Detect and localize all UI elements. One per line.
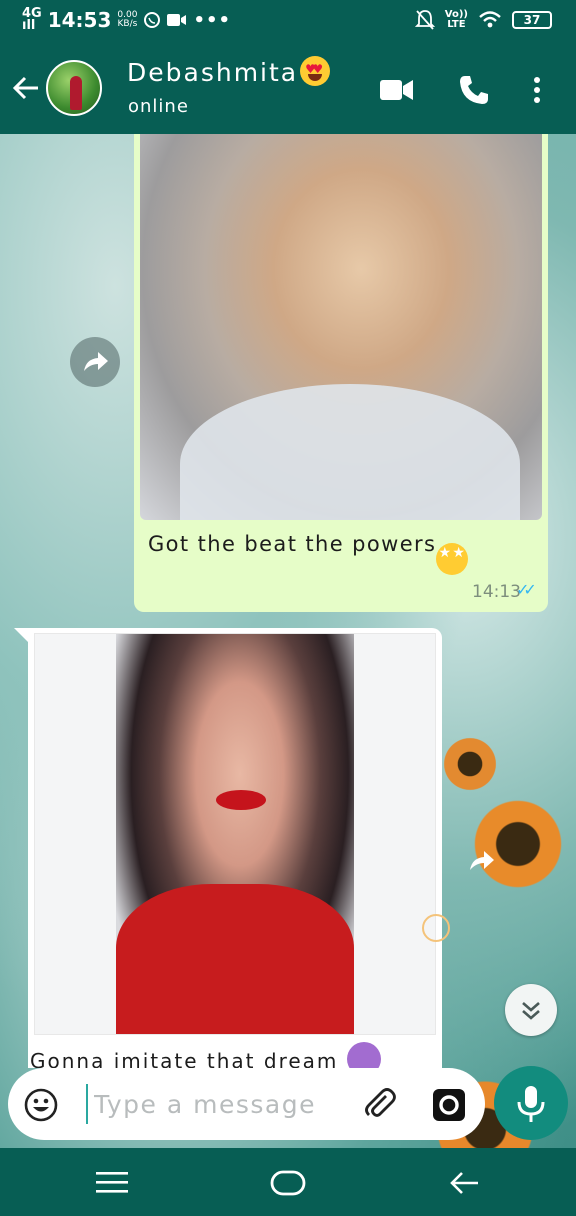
signal-bars: ıll [22, 18, 36, 33]
mic-button[interactable] [494, 1066, 568, 1140]
devil-emoji-icon [346, 1042, 381, 1068]
status-bar: 4G ıll 14:53 0.00 KB/s ••• Vo)) LTE 37 [0, 0, 576, 44]
read-receipt-icon: ✓✓ [516, 580, 537, 599]
wifi-icon [479, 11, 501, 28]
data-speed-unit: KB/s [117, 19, 138, 29]
video-notification-icon [167, 14, 187, 26]
back-arrow-icon[interactable] [10, 72, 42, 104]
message-caption: Gonna imitate that dream [30, 1042, 440, 1068]
menu-icon[interactable] [96, 1170, 128, 1194]
bell-off-icon [414, 10, 435, 30]
video-call-icon[interactable] [380, 78, 414, 102]
overlay-ring [422, 914, 450, 942]
network-indicator: 4G ıll [22, 7, 42, 33]
contact-status: online [128, 96, 189, 117]
voice-call-icon[interactable] [458, 74, 490, 106]
battery-indicator: 37 [512, 11, 552, 29]
contact-name[interactable]: Debashmita ♥ ♥ [127, 56, 331, 87]
forward-icon[interactable] [70, 337, 120, 387]
scroll-to-bottom-button[interactable] [505, 984, 557, 1036]
home-icon[interactable] [270, 1170, 306, 1196]
lte-label: LTE [447, 19, 466, 30]
system-nav-bar [0, 1148, 576, 1216]
chat-header: Debashmita ♥ ♥ online [0, 44, 576, 134]
contact-name-text: Debashmita [127, 58, 299, 87]
whatsapp-notification-icon [144, 12, 161, 28]
wallpaper-sunflower [440, 734, 500, 794]
camera-icon[interactable] [432, 1088, 466, 1122]
clock: 14:53 [47, 8, 112, 32]
avatar[interactable] [46, 60, 102, 116]
caption-text: Got the beat the powers [148, 532, 437, 556]
message-time: 14:13 [472, 582, 521, 602]
more-notifications: ••• [193, 9, 231, 31]
message-caption: Got the beat the powers ★★ [148, 532, 469, 575]
data-speed: 0.00 KB/s [117, 11, 137, 29]
attach-icon[interactable] [362, 1086, 398, 1122]
volte-indicator: Vo)) LTE [445, 10, 468, 30]
forward-icon[interactable] [456, 836, 506, 886]
chat-area[interactable]: Got the beat the powers ★★ 14:13 ✓✓ Gonna… [0, 134, 576, 1148]
nav-back-icon[interactable] [448, 1170, 480, 1196]
outgoing-image[interactable] [140, 134, 542, 520]
chevron-double-down-icon [522, 1002, 540, 1020]
more-vert-icon[interactable] [532, 76, 542, 104]
caption-text: Gonna imitate that dream [30, 1049, 339, 1068]
message-input[interactable] [86, 1084, 356, 1124]
mic-icon [517, 1086, 545, 1122]
message-composer [8, 1068, 485, 1140]
star-struck-emoji-icon: ★★ [436, 543, 469, 575]
incoming-image[interactable] [116, 634, 354, 1034]
emoji-icon[interactable] [24, 1088, 58, 1122]
heart-eyes-emoji-icon: ♥ ♥ [300, 56, 331, 86]
